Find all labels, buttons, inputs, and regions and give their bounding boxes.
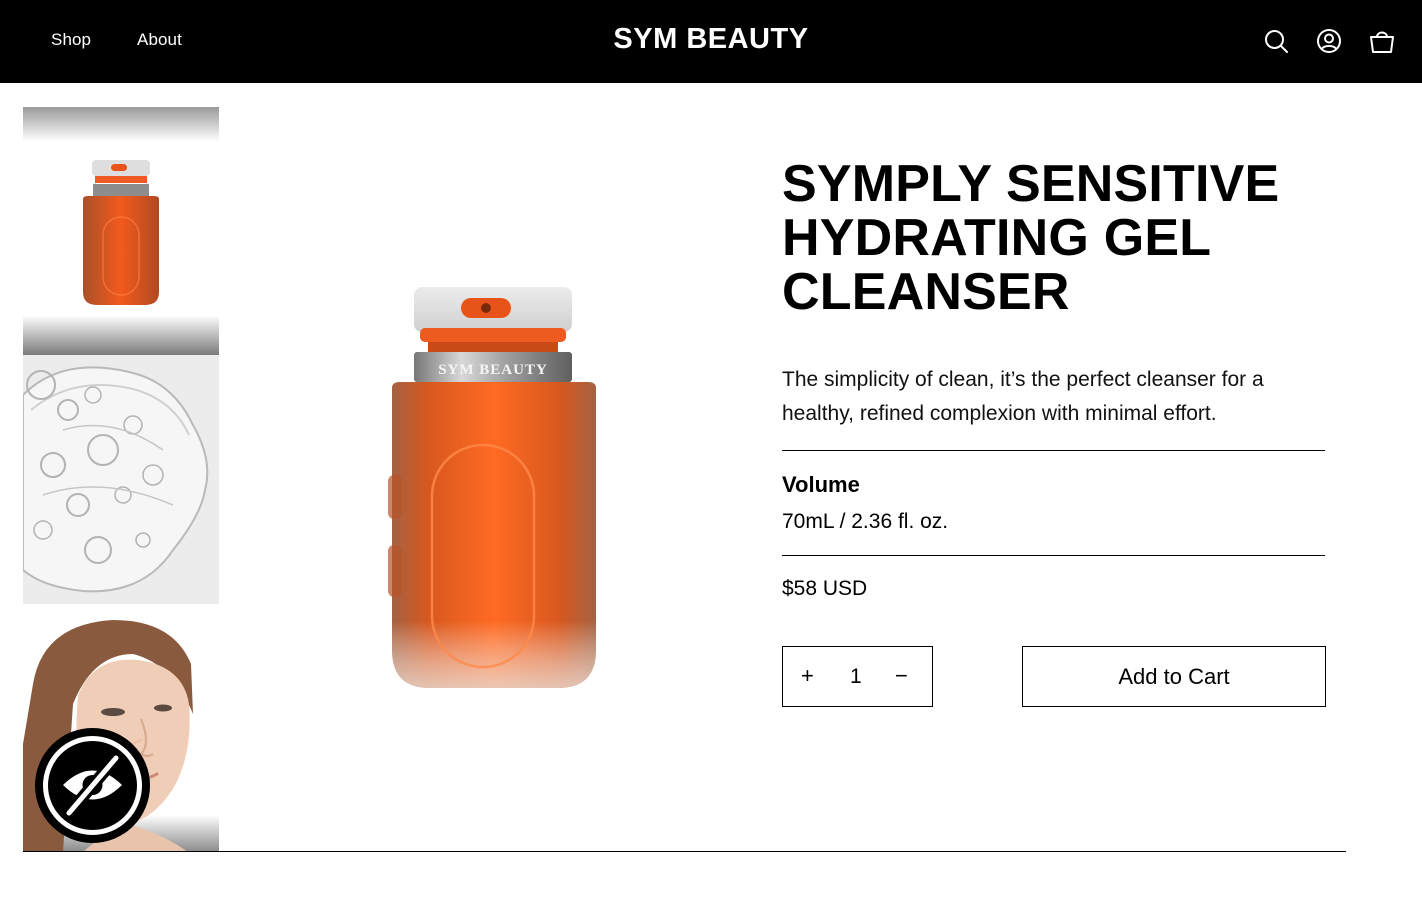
product-bottle-thumbnail[interactable] (23, 107, 219, 355)
account-icon[interactable] (1315, 27, 1343, 55)
volume-value: 70mL / 2.36 fl. oz. (782, 510, 949, 533)
product-title-line: CLEANSER (782, 263, 1070, 321)
nav-shop-link[interactable]: Shop (51, 30, 91, 50)
search-icon[interactable] (1262, 27, 1290, 55)
gel-texture-thumbnail[interactable] (23, 355, 219, 604)
accessibility-widget-button[interactable] (35, 728, 150, 843)
eye-slash-icon (43, 736, 142, 835)
quantity-decrease-button[interactable]: − (895, 663, 908, 689)
brand-logo[interactable]: SYM BEAUTY (613, 23, 808, 55)
product-title-line: HYDRATING GEL (782, 209, 1212, 267)
product-title-line: SYMPLY SENSITIVE (782, 155, 1280, 213)
product-title: SYMPLY SENSITIVE HYDRATING GEL CLEANSER (782, 157, 1382, 319)
product-description: The simplicity of clean, it’s the perfec… (782, 368, 1264, 425)
add-to-cart-button[interactable]: Add to Cart (1022, 646, 1326, 707)
brand-logo-wrap: SYM BEAUTY (0, 23, 1422, 56)
quantity-stepper: + 1 − (782, 646, 933, 707)
site-header: Shop About SYM BEAUTY (0, 0, 1422, 83)
divider (782, 555, 1325, 556)
main-product-image: SYM BEAUTY (330, 270, 660, 710)
quantity-increase-button[interactable]: + (801, 663, 814, 689)
nav-about-link[interactable]: About (137, 30, 182, 50)
divider (23, 851, 1346, 852)
product-price: $58 USD (782, 577, 868, 600)
volume-label: Volume (782, 472, 860, 497)
bottle-brand-text: SYM BEAUTY (438, 362, 548, 378)
quantity-value[interactable]: 1 (850, 664, 862, 690)
cart-icon[interactable] (1368, 27, 1396, 55)
divider (782, 450, 1325, 451)
